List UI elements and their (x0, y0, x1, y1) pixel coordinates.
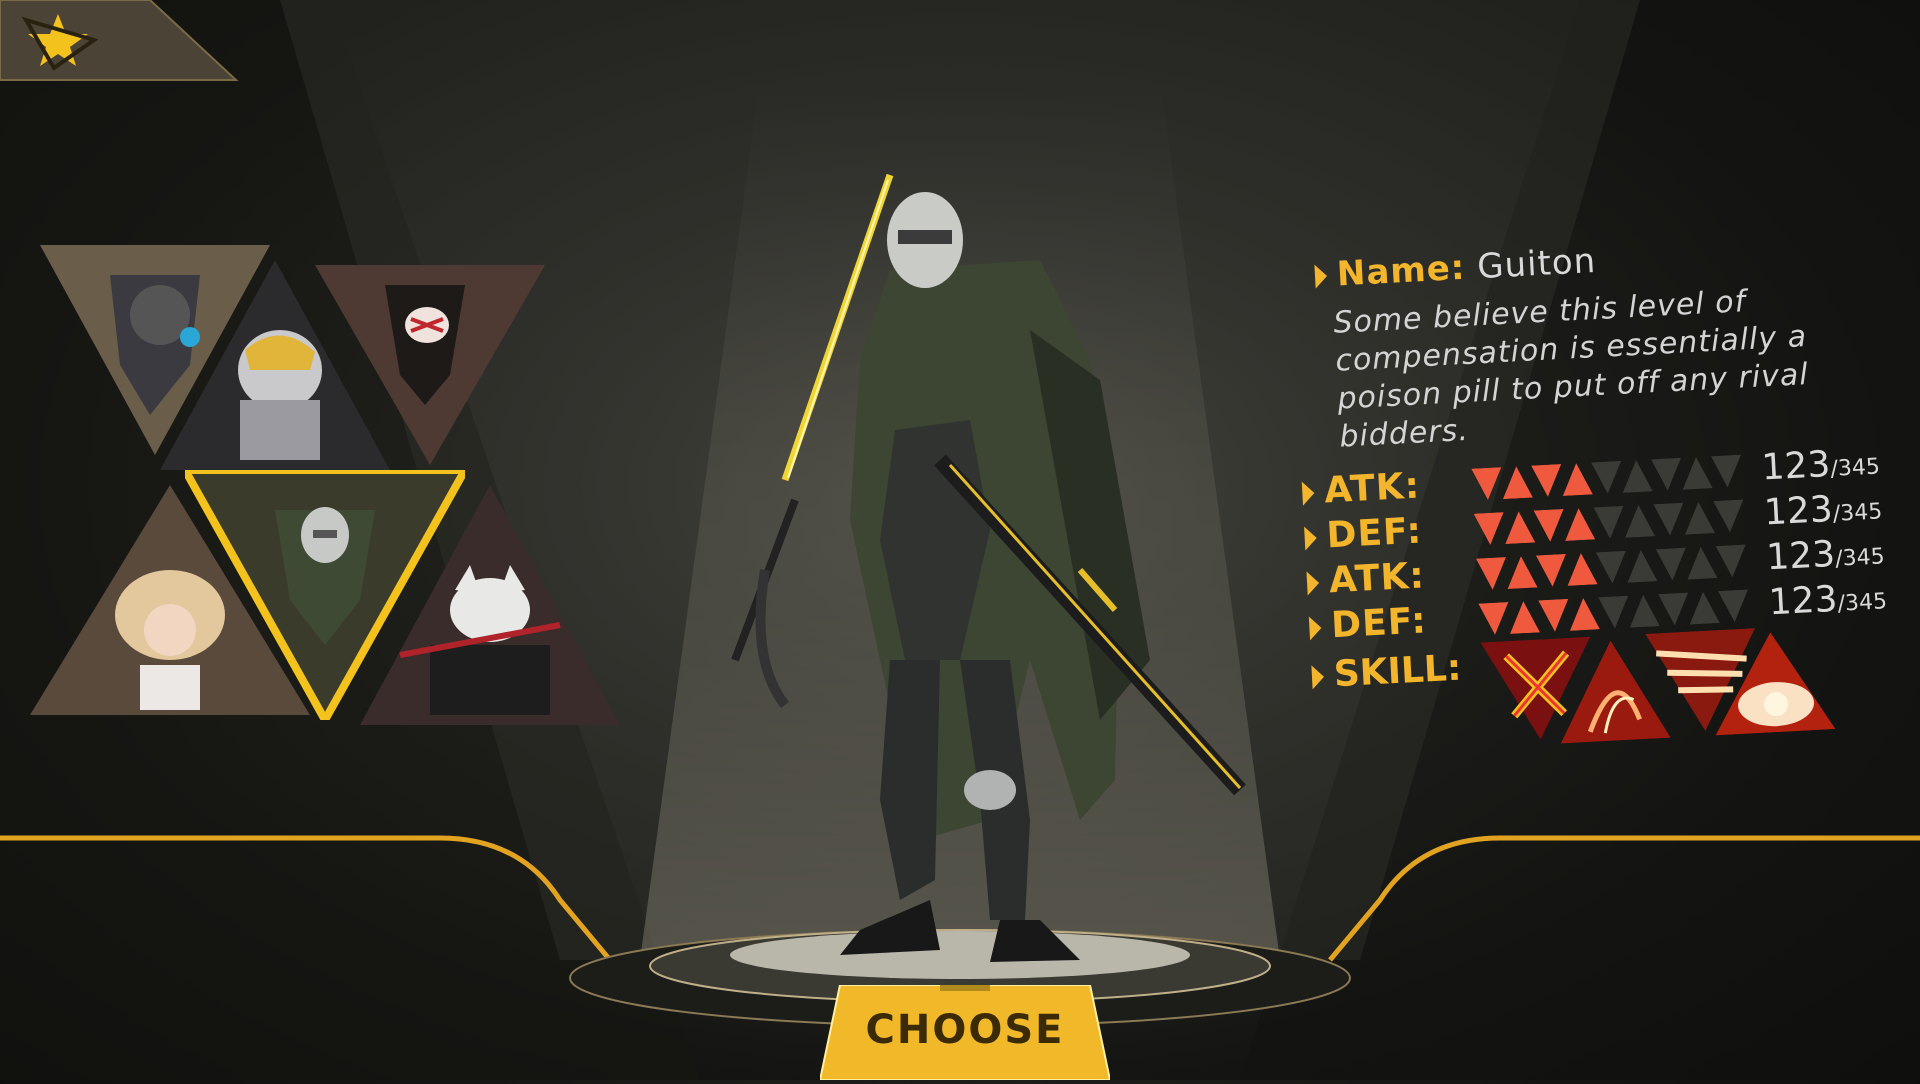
stat-segment-filled (1562, 463, 1593, 496)
character-info-panel: Name: Guiton Some believe this level of c… (1270, 225, 1920, 817)
star-triangle-back-icon (21, 14, 98, 70)
hero-roster (30, 240, 620, 760)
stat-bar (1478, 589, 1749, 635)
stat-max: /345 (1829, 454, 1881, 482)
stat-segment-filled (1535, 553, 1566, 587)
name-label: Name: (1335, 247, 1467, 295)
stat-segment-empty (1715, 544, 1746, 578)
stat-segment-empty (1687, 546, 1718, 580)
stat-segment-empty (1685, 501, 1716, 535)
stat-current: 123 (1762, 488, 1834, 534)
stat-arrow-icon (1306, 570, 1320, 596)
stat-label: ATK: (1327, 555, 1426, 602)
stat-segment-filled (1478, 601, 1509, 635)
stat-segment-empty (1713, 499, 1744, 533)
stat-segment-empty (1658, 592, 1689, 626)
guiton-character-illustration (731, 173, 1246, 962)
skill-arrow-icon (1311, 664, 1325, 690)
explosion-skill-icon[interactable] (1710, 629, 1836, 739)
stat-segment-filled (1538, 598, 1569, 632)
stat-label: ATK: (1323, 465, 1422, 512)
stat-value: 123/345 (1762, 486, 1883, 534)
stat-arrow-icon (1304, 525, 1318, 551)
stat-current: 123 (1767, 578, 1839, 624)
stat-label: DEF: (1325, 510, 1424, 557)
stat-segment-filled (1473, 512, 1504, 545)
choose-button[interactable]: CHOOSE (820, 985, 1110, 1080)
stat-segment-empty (1629, 594, 1660, 628)
stat-segment-empty (1710, 454, 1741, 488)
stat-arrow-icon (1301, 481, 1315, 506)
stat-value: 123/345 (1760, 441, 1881, 489)
stat-segment-filled (1569, 598, 1600, 631)
stat-segment-empty (1689, 591, 1720, 625)
stat-segment-filled (1533, 508, 1564, 542)
stat-segment-empty (1627, 549, 1658, 583)
stat-bar (1471, 454, 1741, 500)
stat-current: 123 (1765, 533, 1837, 579)
stat-segment-filled (1510, 601, 1540, 634)
stat-current: 123 (1760, 443, 1832, 489)
character-display (560, 100, 1360, 1080)
character-name: Guiton (1476, 240, 1598, 288)
stat-bar (1476, 544, 1746, 590)
stat-segment-filled (1502, 466, 1533, 500)
stat-segment-filled (1565, 508, 1596, 541)
stat-segment-filled (1507, 556, 1538, 590)
stat-max: /345 (1834, 544, 1886, 572)
stat-segment-empty (1598, 595, 1629, 629)
character-description: Some believe this level of compensation … (1332, 284, 1810, 455)
portrait-red-skull-hooded-hero[interactable] (315, 265, 545, 465)
stat-bar (1473, 499, 1744, 545)
name-arrow-icon (1314, 264, 1328, 289)
stat-segment-empty (1595, 550, 1626, 584)
choose-button-label: CHOOSE (865, 1007, 1065, 1053)
stat-segment-filled (1505, 511, 1536, 545)
stat-segment-empty (1718, 589, 1749, 623)
stat-value: 123/345 (1765, 531, 1886, 579)
stat-segment-empty (1655, 547, 1686, 581)
stat-segment-filled (1471, 467, 1502, 500)
stat-segment-empty (1682, 456, 1713, 490)
back-button[interactable] (0, 0, 240, 84)
stat-label: DEF: (1330, 600, 1428, 647)
stat-segment-empty (1622, 460, 1653, 493)
stat-value: 123/345 (1767, 576, 1888, 624)
stat-segment-empty (1625, 505, 1656, 538)
stat-arrow-icon (1308, 615, 1323, 641)
stat-segment-empty (1591, 460, 1622, 494)
stat-segment-filled (1476, 557, 1506, 590)
stat-segment-empty (1651, 457, 1682, 491)
stat-segment-filled (1531, 464, 1562, 497)
stat-max: /345 (1836, 589, 1888, 617)
skill-label: SKILL: (1332, 647, 1463, 696)
stat-max: /345 (1832, 499, 1883, 527)
stat-segment-empty (1653, 502, 1684, 536)
stat-segment-empty (1593, 505, 1624, 539)
stat-segment-filled (1567, 553, 1598, 586)
